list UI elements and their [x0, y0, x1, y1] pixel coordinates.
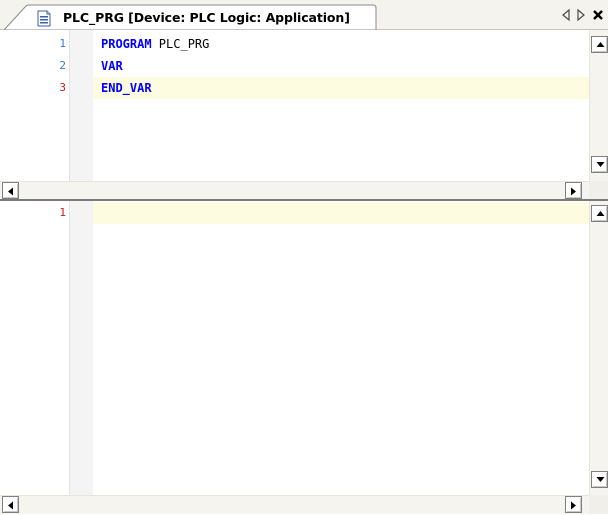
tab-title: PLC_PRG [Device: PLC Logic: Application] [63, 10, 350, 25]
scrollbar-corner [589, 181, 608, 200]
fold-margin [69, 30, 94, 181]
scroll-down-button[interactable] [591, 156, 608, 173]
document-icon [36, 10, 52, 27]
scroll-up-button[interactable] [591, 205, 608, 222]
scroll-left-button[interactable] [2, 182, 19, 199]
scroll-up-button[interactable] [591, 36, 608, 53]
keyword-token: PROGRAM [101, 37, 152, 51]
triangle-right-icon[interactable] [575, 8, 587, 22]
declaration-vertical-scrollbar[interactable] [589, 30, 608, 181]
declaration-code-area[interactable]: PROGRAM PLC_PRG VAR END_VAR [93, 30, 589, 181]
keyword-token: END_VAR [101, 81, 152, 95]
scroll-down-button[interactable] [591, 471, 608, 488]
implementation-horizontal-scrollbar[interactable] [0, 495, 589, 514]
code-line[interactable]: PROGRAM PLC_PRG [101, 33, 209, 55]
declaration-horizontal-scrollbar[interactable] [0, 181, 589, 200]
line-number-gutter: 1 2 3 [0, 30, 69, 181]
implementation-code-area[interactable] [93, 201, 589, 495]
line-number-gutter: 1 [0, 201, 69, 495]
declaration-pane: 1 2 3 PROGRAM PLC_PRG VAR END_VAR [0, 30, 608, 200]
close-icon[interactable] [592, 8, 604, 22]
line-number: 1 [59, 206, 66, 219]
fold-margin [69, 201, 94, 495]
scroll-left-button[interactable] [2, 496, 19, 513]
line-number: 1 [59, 37, 66, 50]
current-code-line[interactable]: END_VAR [93, 77, 589, 99]
scrollbar-corner [589, 495, 608, 514]
implementation-pane: 1 [0, 201, 608, 515]
identifier-token: PLC_PRG [151, 37, 210, 51]
line-number: 2 [59, 59, 66, 72]
code-line[interactable]: VAR [101, 55, 123, 77]
keyword-token: VAR [101, 59, 123, 73]
scroll-right-button[interactable] [565, 182, 582, 199]
triangle-left-icon[interactable] [560, 8, 572, 22]
current-code-line[interactable] [93, 202, 589, 224]
line-number: 3 [59, 81, 66, 94]
implementation-vertical-scrollbar[interactable] [589, 201, 608, 495]
tab-plc-prg[interactable]: PLC_PRG [Device: PLC Logic: Application] [4, 4, 377, 31]
scroll-right-button[interactable] [565, 496, 582, 513]
editor-tab-strip: PLC_PRG [Device: PLC Logic: Application] [0, 0, 608, 31]
